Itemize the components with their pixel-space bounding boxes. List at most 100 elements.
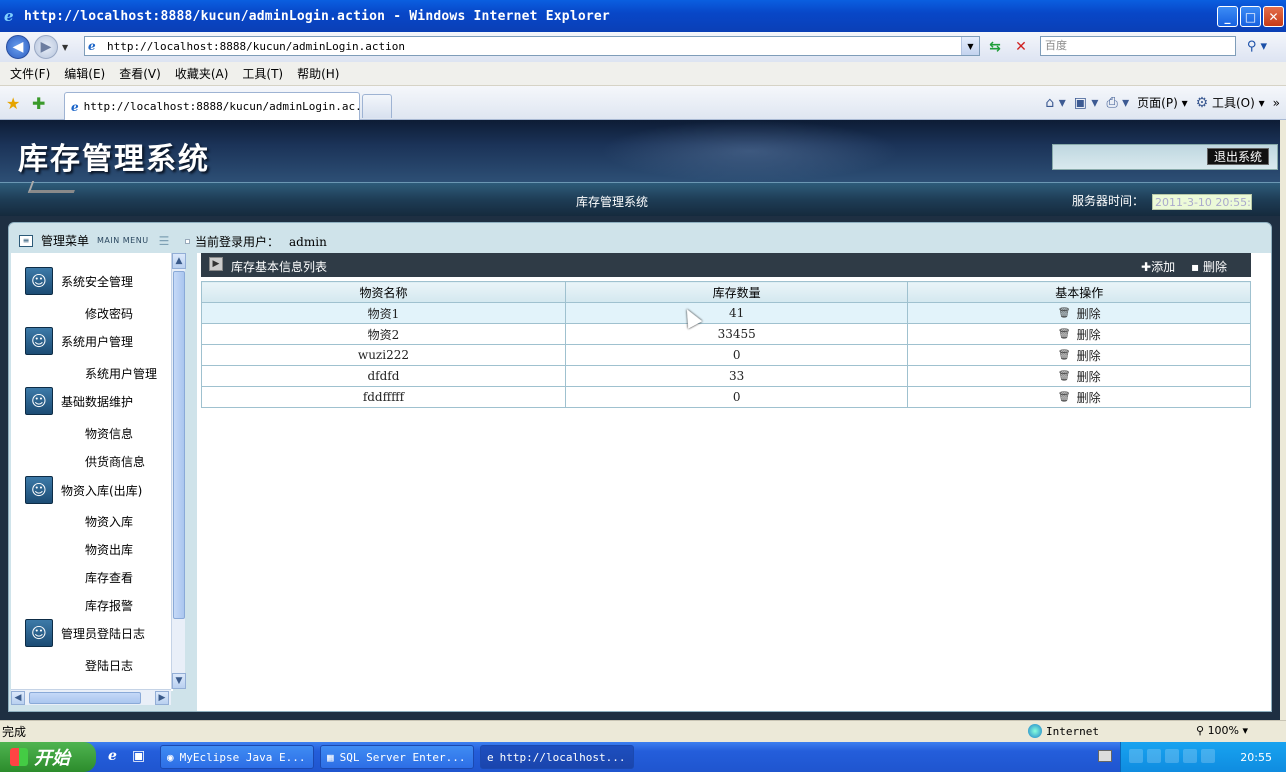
print-icon[interactable]: ⎙ ▾ xyxy=(1106,95,1129,111)
row-delete-button[interactable]: 🗑 删除 xyxy=(1058,305,1101,322)
menu-item-supplier-info[interactable]: 供货商信息 xyxy=(85,453,145,470)
scroll-up-icon[interactable]: ▲ xyxy=(172,253,186,269)
add-favorite-icon[interactable]: ✚ xyxy=(32,94,45,113)
cell-qty: 0 xyxy=(564,344,909,366)
search-input[interactable]: 百度 xyxy=(1040,36,1236,56)
left-menu-hscrollbar[interactable]: ◀ ▶ xyxy=(11,689,171,705)
home-icon[interactable]: ⌂ ▾ xyxy=(1045,95,1065,111)
new-tab-button[interactable] xyxy=(362,94,392,118)
forward-button[interactable]: ▶ xyxy=(34,35,58,59)
more-commands-icon[interactable]: » xyxy=(1273,96,1280,110)
eclipse-icon: ◉ xyxy=(167,750,174,764)
table-row[interactable]: wuzi222 0 🗑 删除 xyxy=(201,344,1251,366)
menu-view[interactable]: 查看(V) xyxy=(119,65,161,82)
history-dropdown-icon[interactable]: ▼ xyxy=(62,43,68,52)
menu-file[interactable]: 文件(F) xyxy=(10,65,50,82)
hscroll-thumb[interactable] xyxy=(29,692,141,704)
address-url[interactable]: http://localhost:8888/kucun/adminLogin.a… xyxy=(107,40,405,53)
menu-edit[interactable]: 编辑(E) xyxy=(64,65,105,82)
menu-item-login-log[interactable]: 登陆日志 xyxy=(85,657,133,674)
scroll-left-icon[interactable]: ◀ xyxy=(11,691,25,705)
left-menu: ☺ 系统安全管理 修改密码 ☺ 系统用户管理 系统用户管理 ☺ 基础数据维护 物… xyxy=(11,253,173,691)
tray-monitor-icon[interactable] xyxy=(1165,749,1179,763)
menu-group-label: 系统用户管理 xyxy=(61,334,134,349)
menu-item-change-password[interactable]: 修改密码 xyxy=(85,305,133,322)
add-button[interactable]: ✚添加 xyxy=(1141,258,1175,275)
menu-item-stock-in[interactable]: 物资入库 xyxy=(85,513,133,530)
menu-group-basic-data[interactable]: ☺ 基础数据维护 xyxy=(25,387,133,415)
tray-network-icon[interactable] xyxy=(1147,749,1161,763)
tray-icons xyxy=(1129,749,1215,763)
close-button[interactable]: ✕ xyxy=(1263,6,1284,27)
security-zone[interactable]: Internet xyxy=(1028,724,1099,738)
task-ie[interactable]: e http://localhost... xyxy=(480,745,634,769)
task-sqlserver[interactable]: ▦ SQL Server Enter... xyxy=(320,745,474,769)
clock[interactable]: 20:55 xyxy=(1240,751,1272,764)
row-delete-label: 删除 xyxy=(1076,390,1101,405)
page-menu[interactable]: 页面(P) ▾ xyxy=(1137,94,1187,111)
stop-button[interactable]: ✕ xyxy=(1010,36,1032,58)
scroll-down-icon[interactable]: ▼ xyxy=(172,673,186,689)
menu-favorites[interactable]: 收藏夹(A) xyxy=(175,65,229,82)
menu-group-users[interactable]: ☺ 系统用户管理 xyxy=(25,327,133,355)
table-row[interactable]: dfdfd 33 🗑 删除 xyxy=(201,365,1251,387)
menu-title: 管理菜单 xyxy=(41,234,90,248)
address-input[interactable]: e http://localhost:8888/kucun/adminLogin… xyxy=(84,36,980,56)
feeds-icon[interactable]: ▣ ▾ xyxy=(1074,95,1099,111)
search-icon[interactable]: ⚲ ▾ xyxy=(1240,36,1274,56)
menu-item-material-info[interactable]: 物资信息 xyxy=(85,425,133,442)
minimize-button[interactable]: _ xyxy=(1217,6,1238,27)
row-delete-button[interactable]: 🗑 删除 xyxy=(1058,326,1101,343)
table-row[interactable]: 物资1 41 🗑 删除 xyxy=(201,302,1251,324)
menu-group-login-log[interactable]: ☺ 管理员登陆日志 xyxy=(25,619,145,647)
server-time-value: 2011-3-10 20:55: xyxy=(1152,194,1252,210)
refresh-button[interactable]: ⇆ xyxy=(984,36,1006,58)
row-delete-button[interactable]: 🗑 删除 xyxy=(1058,347,1101,364)
menu-tools[interactable]: 工具(T) xyxy=(242,65,283,82)
tab-row: ★ ✚ e http://localhost:8888/kucun/adminL… xyxy=(0,86,1286,120)
user-icon: ☺ xyxy=(25,619,53,647)
task-myeclipse[interactable]: ◉ MyEclipse Java E... xyxy=(160,745,314,769)
row-delete-button[interactable]: 🗑 删除 xyxy=(1058,368,1101,385)
scroll-right-icon[interactable]: ▶ xyxy=(155,691,169,705)
menu-item-stock-view[interactable]: 库存查看 xyxy=(85,569,133,586)
scroll-thumb[interactable] xyxy=(173,271,185,619)
zoom-level[interactable]: ⚲ 100% ▾ xyxy=(1196,724,1248,737)
quicklaunch-ie-icon[interactable]: e xyxy=(108,748,117,764)
trash-icon: 🗑 xyxy=(1057,391,1071,403)
task-label: SQL Server Enter... xyxy=(339,750,466,764)
subbar-title: 库存管理系统 xyxy=(576,195,649,209)
page-vscrollbar[interactable] xyxy=(1280,120,1286,720)
table-row[interactable]: fddfffff 0 🗑 删除 xyxy=(201,386,1251,408)
menu-item-user-management[interactable]: 系统用户管理 xyxy=(85,365,157,382)
column-header-qty: 库存数量 xyxy=(564,281,909,303)
cell-name: dfdfd xyxy=(201,365,566,387)
task-label: http://localhost... xyxy=(499,750,626,764)
tools-menu[interactable]: ⚙ 工具(O) ▾ xyxy=(1196,94,1265,111)
row-delete-button[interactable]: 🗑 删除 xyxy=(1058,389,1101,406)
back-button[interactable]: ◀ xyxy=(6,35,30,59)
start-label: 开始 xyxy=(34,748,70,769)
keyboard-icon[interactable] xyxy=(1098,750,1112,762)
user-icon: ☺ xyxy=(25,387,53,415)
menu-group-security[interactable]: ☺ 系统安全管理 xyxy=(25,267,133,295)
browser-tab[interactable]: e http://localhost:8888/kucun/adminLogin… xyxy=(64,92,375,120)
favorites-star-icon[interactable]: ★ xyxy=(6,94,20,113)
table-row[interactable]: 物资2 33455 🗑 删除 xyxy=(201,323,1251,345)
address-dropdown-icon[interactable]: ▼ xyxy=(961,37,979,55)
ie-task-icon: e xyxy=(487,750,494,764)
delete-button[interactable]: ▪ 删除 xyxy=(1191,258,1227,275)
tray-shield-icon[interactable] xyxy=(1201,749,1215,763)
start-button[interactable]: 开始 xyxy=(0,742,96,772)
menu-item-stock-out[interactable]: 物资出库 xyxy=(85,541,133,558)
quicklaunch-desktop-icon[interactable]: ▣ xyxy=(132,748,145,764)
menu-group-stock-in-out[interactable]: ☺ 物资入库(出库) xyxy=(25,476,142,504)
maximize-button[interactable]: □ xyxy=(1240,6,1261,27)
menu-group-label: 系统安全管理 xyxy=(61,274,134,289)
tray-arrow-icon[interactable] xyxy=(1129,749,1143,763)
tray-volume-icon[interactable] xyxy=(1183,749,1197,763)
menu-item-stock-alarm[interactable]: 库存报警 xyxy=(85,597,133,614)
logout-button[interactable]: 退出系统 xyxy=(1207,148,1269,165)
menu-help[interactable]: 帮助(H) xyxy=(297,65,339,82)
left-menu-vscrollbar[interactable]: ▲ ▼ xyxy=(171,253,186,689)
